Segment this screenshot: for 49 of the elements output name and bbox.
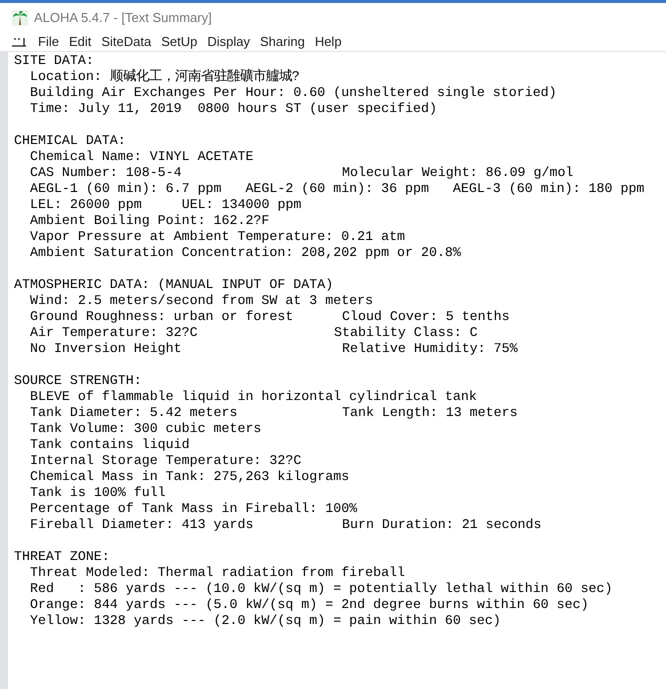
- summary-text: Tank Length: 13 meters: [342, 405, 518, 421]
- summary-text: Chemical Mass in Tank: 275,263 kilograms: [30, 469, 350, 485]
- summary-text: CAS Number: 108-5-4: [30, 165, 183, 181]
- summary-text: Air Temperature: 32?C: [30, 325, 199, 341]
- summary-text: Percentage of Tank Mass in Fireball: 100%: [30, 501, 358, 517]
- summary-text: Red : 586 yards --- (10.0 kW/(sq m) = potentially lethal within 60 sec): [30, 581, 612, 597]
- section-heading: SOURCE STRENGTH:: [14, 373, 143, 389]
- summary-text: Location: 顺碱化工，河南省驻雝礦市艫城?: [30, 69, 300, 85]
- summary-text: Burn Duration: 21 seconds: [342, 517, 542, 533]
- document-window-icon[interactable]: [11, 37, 27, 47]
- summary-text: Molecular Weight: 86.09 g/mol: [342, 165, 574, 181]
- summary-text: Time: July 11, 2019 0800 hours ST (user specified): [30, 101, 437, 117]
- summary-text: Threat Modeled: Thermal radiation from fireball: [30, 565, 406, 581]
- summary-text: Stability Class: C: [334, 325, 478, 341]
- section-heading: THREAT ZONE:: [14, 549, 111, 565]
- menu-item[interactable]: Sharing: [255, 32, 310, 52]
- summary-text: Tank Diameter: 5.42 meters: [30, 405, 238, 421]
- menu-item[interactable]: SiteData: [96, 32, 156, 52]
- menu-item[interactable]: Help: [310, 32, 347, 52]
- section-heading: SITE DATA:: [14, 53, 95, 69]
- palm-tree-icon: [12, 10, 28, 26]
- summary-text: Yellow: 1328 yards --- (2.0 kW/(sq m) = pain within 60 sec): [30, 613, 501, 629]
- section-heading: CHEMICAL DATA:: [14, 133, 127, 149]
- summary-text: Building Air Exchanges Per Hour: 0.60 (unsheltered single storied): [30, 85, 557, 101]
- summary-text: Vapor Pressure at Ambient Temperature: 0.21 atm: [30, 229, 406, 245]
- summary-text: LEL: 26000 ppm: [30, 197, 142, 213]
- summary-text: Tank is 100% full: [30, 485, 166, 501]
- summary-text: BLEVE of flammable liquid in horizontal cylindrical tank: [30, 389, 477, 405]
- summary-text: Ambient Boiling Point: 162.2?F: [30, 213, 270, 229]
- menu-item[interactable]: Display: [202, 32, 255, 52]
- summary-text: Tank Volume: 300 cubic meters: [30, 421, 262, 437]
- menu-item[interactable]: File: [33, 32, 64, 52]
- menu-item[interactable]: SetUp: [156, 32, 202, 52]
- summary-text: Ambient Saturation Concentration: 208,202 ppm or 20.8%: [30, 245, 461, 261]
- summary-text: Wind: 2.5 meters/second from SW at 3 meters: [30, 293, 374, 309]
- summary-text: Tank contains liquid: [30, 437, 190, 453]
- menu-item[interactable]: Edit: [64, 32, 96, 52]
- window-title: ALOHA 5.4.7 - [Text Summary]: [34, 9, 212, 28]
- summary-text: Fireball Diameter: 413 yards: [30, 517, 254, 533]
- summary-text: Internal Storage Temperature: 32?C: [30, 453, 302, 469]
- section-heading: ATMOSPHERIC DATA: (MANUAL INPUT OF DATA): [14, 277, 334, 293]
- summary-text: Orange: 844 yards --- (5.0 kW/(sq m) = 2nd degree burns within 60 sec): [30, 597, 589, 613]
- summary-text: Relative Humidity: 75%: [342, 341, 518, 357]
- summary-text: No Inversion Height: [30, 341, 183, 357]
- summary-text: UEL: 134000 ppm: [182, 197, 302, 213]
- summary-text: Cloud Cover: 5 tenths: [342, 309, 510, 325]
- summary-text: AEGL-1 (60 min): 6.7 ppm AEGL-2 (60 min): 36 ppm AEGL-3 (60 min): 180 ppm: [30, 181, 644, 197]
- summary-text: Ground Roughness: urban or forest: [30, 309, 294, 325]
- summary-text: Chemical Name: VINYL ACETATE: [30, 149, 254, 165]
